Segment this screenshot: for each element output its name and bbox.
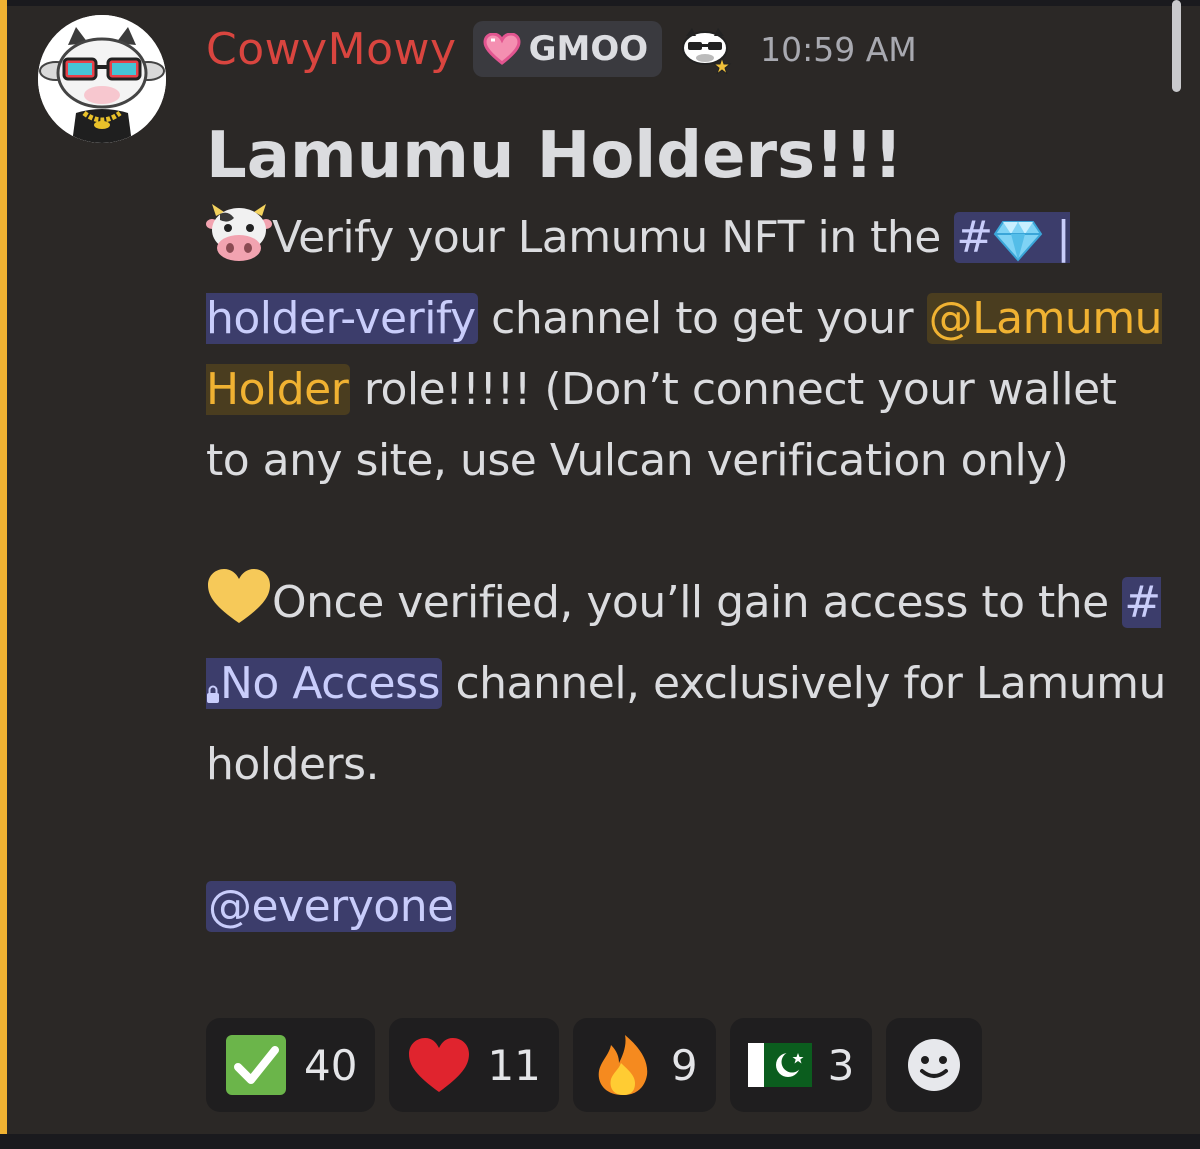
paragraph-access: Once verified, you’ll gain access to the… bbox=[206, 567, 1166, 800]
yellow-heart-emoji bbox=[206, 567, 272, 648]
message-container: CowyMowy GMOO 10:59 AM Lamumu Holders!!!… bbox=[0, 0, 1200, 1134]
message-timestamp[interactable]: 10:59 AM bbox=[760, 30, 917, 69]
check-mark-icon bbox=[226, 1035, 286, 1095]
pakistan-flag-icon bbox=[747, 1043, 812, 1087]
channel-hash-icon: # bbox=[956, 212, 993, 263]
channel-separator: | bbox=[1042, 212, 1071, 263]
reaction-count: 9 bbox=[670, 1040, 698, 1090]
red-heart-icon bbox=[409, 1038, 470, 1092]
cow-face-emoji bbox=[206, 202, 272, 283]
top-divider bbox=[0, 0, 1200, 6]
reaction-pakistan-flag[interactable]: 3 bbox=[729, 1018, 873, 1112]
paragraph-everyone: @everyone bbox=[206, 871, 1166, 942]
scrollbar[interactable] bbox=[1172, 0, 1181, 92]
verify-text-2: channel to get your bbox=[477, 293, 927, 344]
fire-icon bbox=[598, 1035, 648, 1095]
pink-heart-icon bbox=[483, 33, 521, 65]
channel-hash-icon: # bbox=[1124, 577, 1161, 628]
cow-badge-icon[interactable] bbox=[678, 24, 736, 76]
access-text-1: Once verified, you’ll gain access to the bbox=[272, 577, 1123, 628]
reaction-check[interactable]: 40 bbox=[206, 1018, 376, 1112]
gem-emoji bbox=[993, 212, 1043, 283]
message-content: Lamumu Holders!!! Verify your Lamumu NFT… bbox=[206, 110, 1166, 942]
message-header: CowyMowy GMOO 10:59 AM bbox=[206, 18, 917, 80]
cow-avatar-icon bbox=[38, 15, 166, 143]
everyone-mention[interactable]: @everyone bbox=[206, 881, 456, 932]
reaction-fire[interactable]: 9 bbox=[572, 1018, 716, 1112]
lock-icon bbox=[206, 658, 220, 729]
avatar[interactable] bbox=[38, 15, 166, 143]
role-tag-label: GMOO bbox=[528, 29, 649, 69]
add-reaction-button[interactable] bbox=[886, 1018, 983, 1112]
reaction-count: 11 bbox=[487, 1040, 541, 1090]
verify-text-1: Verify your Lamumu NFT in the bbox=[272, 212, 955, 263]
reaction-heart[interactable]: 11 bbox=[389, 1018, 559, 1112]
reaction-count: 3 bbox=[827, 1040, 855, 1090]
reaction-count: 40 bbox=[304, 1040, 358, 1090]
reactions-bar: 40 11 9 3 bbox=[206, 1018, 983, 1112]
channel-name-no-access: No Access bbox=[220, 658, 440, 709]
author-username[interactable]: CowyMowy bbox=[206, 24, 457, 75]
bottom-divider bbox=[0, 1134, 1200, 1149]
paragraph-verify: Verify your Lamumu NFT in the # | holder… bbox=[206, 202, 1166, 496]
role-tag[interactable]: GMOO bbox=[472, 21, 663, 77]
channel-name-holder-verify: holder-verify bbox=[206, 293, 476, 344]
smiley-icon bbox=[908, 1039, 961, 1091]
mention-highlight-bar bbox=[0, 0, 7, 1134]
message-heading: Lamumu Holders!!! bbox=[206, 119, 903, 193]
